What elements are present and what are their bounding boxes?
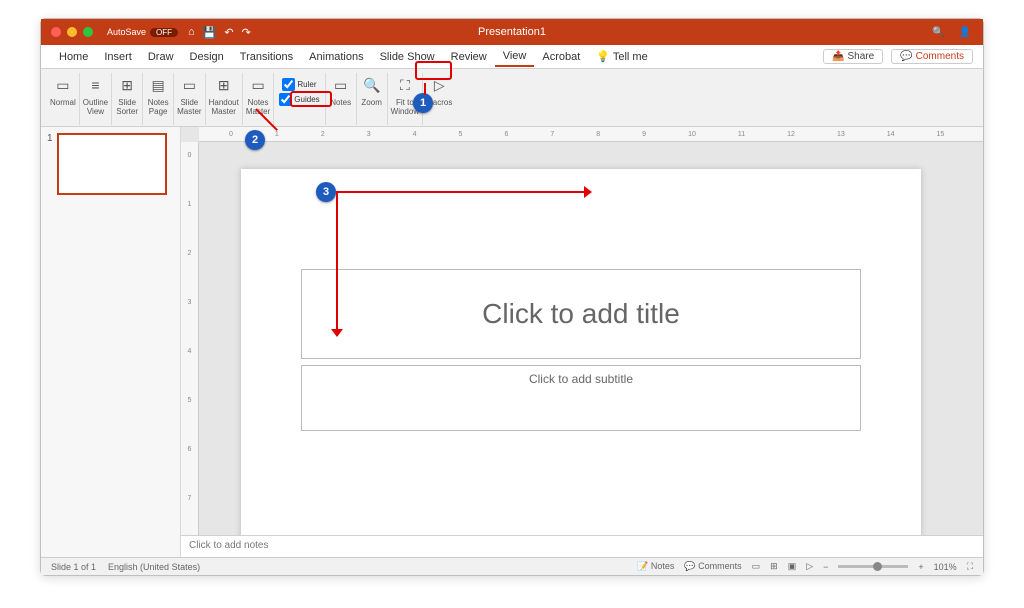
tab-review[interactable]: Review xyxy=(443,48,495,66)
annotation-callout-3: 3 xyxy=(316,182,336,202)
titlebar: AutoSave OFF ⌂ 💾 ↶ ↷ Presentation1 🔍 👤 xyxy=(41,19,983,45)
user-icon[interactable]: 👤 xyxy=(959,27,971,38)
macros-icon: ▷ xyxy=(427,73,451,97)
ribbon-slide-master[interactable]: ▭Slide Master xyxy=(174,73,205,125)
close-icon[interactable] xyxy=(51,27,61,37)
fit-to-window-button[interactable]: ⛶ xyxy=(967,561,973,572)
handout-master-icon: ⊞ xyxy=(212,73,236,97)
view-normal-icon[interactable]: ▭ xyxy=(752,561,761,572)
maximize-icon[interactable] xyxy=(83,27,93,37)
guides-checkbox[interactable]: Guides xyxy=(277,92,321,107)
annotation-callout-1: 1 xyxy=(413,93,433,113)
tab-animations[interactable]: Animations xyxy=(301,48,371,66)
ruler-checkbox[interactable]: Ruler xyxy=(280,77,318,92)
ribbon-normal[interactable]: ▭Normal xyxy=(47,73,80,125)
undo-icon[interactable]: ↶ xyxy=(224,26,233,39)
ribbon-notes-page[interactable]: ▤Notes Page xyxy=(143,73,174,125)
view-slideshow-icon[interactable]: ▷ xyxy=(806,561,813,572)
tab-view[interactable]: View xyxy=(495,47,535,67)
annotation-arrow-3v xyxy=(336,191,338,331)
autosave-toggle[interactable]: AutoSave OFF xyxy=(107,27,178,37)
autosave-state: OFF xyxy=(150,28,178,37)
tab-transitions[interactable]: Transitions xyxy=(232,48,301,66)
title-placeholder[interactable]: Click to add title xyxy=(301,269,861,359)
ribbon-zoom[interactable]: 🔍Zoom xyxy=(357,73,388,125)
share-button[interactable]: 📤 Share xyxy=(823,49,883,64)
tab-home[interactable]: Home xyxy=(51,48,96,66)
annotation-callout-2: 2 xyxy=(245,130,265,150)
view-reading-icon[interactable]: ▣ xyxy=(788,561,797,572)
tab-insert[interactable]: Insert xyxy=(96,48,140,66)
notes-pane[interactable]: Click to add notes xyxy=(181,535,983,557)
tab-draw[interactable]: Draw xyxy=(140,48,182,66)
ribbon-sorter[interactable]: ⊞Slide Sorter xyxy=(112,73,143,125)
status-slide: Slide 1 of 1 xyxy=(51,562,96,572)
annotation-arrowhead-3v xyxy=(331,329,343,337)
tab-slideshow[interactable]: Slide Show xyxy=(372,48,443,66)
menu-tabs: Home Insert Draw Design Transitions Anim… xyxy=(41,45,983,69)
annotation-arrow-1 xyxy=(424,83,426,95)
subtitle-placeholder[interactable]: Click to add subtitle xyxy=(301,365,861,431)
slide-canvas-area[interactable]: 012345678910111213141516 012345678 Click… xyxy=(181,127,983,535)
status-comments-button[interactable]: 💬 Comments xyxy=(684,561,741,572)
slide-master-icon: ▭ xyxy=(177,73,201,97)
notes-master-icon: ▭ xyxy=(246,73,270,97)
notes-page-icon: ▤ xyxy=(146,73,170,97)
minimize-icon[interactable] xyxy=(67,27,77,37)
redo-icon[interactable]: ↷ xyxy=(242,26,251,39)
quick-access-toolbar: ⌂ 💾 ↶ ↷ xyxy=(188,26,251,39)
normal-view-icon: ▭ xyxy=(51,73,75,97)
status-bar: Slide 1 of 1 English (United States) 📝 N… xyxy=(41,557,983,575)
ribbon-notes-toggle[interactable]: ▭Notes xyxy=(326,73,357,125)
annotation-arrowhead-3h xyxy=(584,186,592,198)
comments-button[interactable]: 💬 Comments xyxy=(891,49,973,64)
home-icon[interactable]: ⌂ xyxy=(188,26,195,38)
tab-design[interactable]: Design xyxy=(182,48,232,66)
zoom-in-button[interactable]: + xyxy=(918,562,923,572)
ribbon-notes-master[interactable]: ▭Notes Master xyxy=(243,73,274,125)
tell-me[interactable]: 💡 Tell me xyxy=(588,47,655,66)
slide-thumbnail-panel: 1 xyxy=(41,127,181,557)
ribbon-view: ▭Normal ≡Outline View ⊞Slide Sorter ▤Not… xyxy=(41,69,983,127)
notes-icon: ▭ xyxy=(329,73,353,97)
outline-view-icon: ≡ xyxy=(83,73,107,97)
status-notes-button[interactable]: 📝 Notes xyxy=(637,561,674,572)
view-sorter-icon[interactable]: ⊞ xyxy=(770,561,778,572)
ribbon-handout-master[interactable]: ⊞Handout Master xyxy=(206,73,243,125)
thumb-number: 1 xyxy=(47,133,53,551)
status-language[interactable]: English (United States) xyxy=(108,562,200,572)
document-title: Presentation1 xyxy=(478,26,546,38)
tab-acrobat[interactable]: Acrobat xyxy=(534,48,588,66)
slide-1[interactable]: Click to add title Click to add subtitle xyxy=(241,169,921,535)
fit-window-icon: ⛶ xyxy=(393,73,417,97)
zoom-out-button[interactable]: − xyxy=(823,562,828,572)
window-controls xyxy=(41,27,93,37)
autosave-label: AutoSave xyxy=(107,27,146,37)
ribbon-outline[interactable]: ≡Outline View xyxy=(80,73,112,125)
zoom-icon: 🔍 xyxy=(360,73,384,97)
save-icon[interactable]: 💾 xyxy=(203,26,217,39)
slide-thumbnail-1[interactable] xyxy=(57,133,167,195)
zoom-percent[interactable]: 101% xyxy=(934,562,957,572)
zoom-slider[interactable] xyxy=(838,565,908,568)
annotation-arrow-3h xyxy=(336,191,586,193)
search-icon[interactable]: 🔍 xyxy=(932,27,944,38)
slide-sorter-icon: ⊞ xyxy=(115,73,139,97)
